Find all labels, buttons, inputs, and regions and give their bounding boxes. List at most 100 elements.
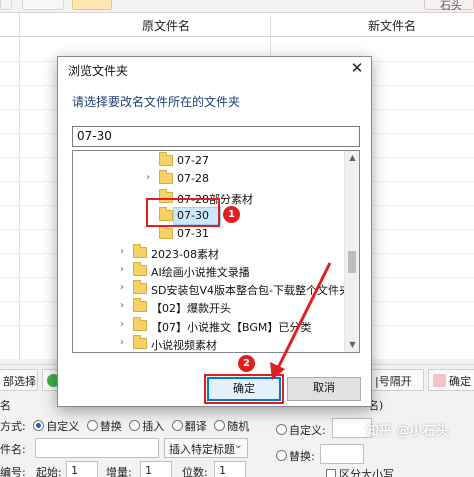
tree-item[interactable]: 07-31 bbox=[73, 225, 345, 243]
confirm-rename-button[interactable]: 确定 bbox=[428, 369, 474, 391]
insert-title-select[interactable]: 插入特定标题 bbox=[164, 438, 248, 458]
insert-title-value: 插入特定标题 bbox=[169, 443, 235, 456]
step-label: 增量: bbox=[106, 466, 132, 477]
folder-tree[interactable]: › 小说视频素材 › 【07】小说推文【BGM】已分类 › 【02】爆款开头 › SD安装包V… bbox=[72, 150, 360, 353]
toolbar-chip[interactable] bbox=[0, 0, 12, 10]
tree-item[interactable]: › 2023-08素材 bbox=[73, 243, 345, 262]
tree-item-label: 2023-08素材 bbox=[151, 247, 219, 261]
right-custom-label: 自定义: bbox=[289, 424, 326, 437]
expand-arrow-icon[interactable]: › bbox=[117, 319, 127, 330]
tree-item-label: 小说视频素材 bbox=[151, 339, 217, 352]
dialog-prompt: 请选择要改名文件所在的文件夹 bbox=[72, 95, 241, 109]
radio-icon bbox=[129, 420, 141, 431]
mode-option-replace[interactable]: 替换 bbox=[86, 420, 122, 433]
section-label: 名 bbox=[0, 399, 11, 412]
step-input[interactable]: 1 bbox=[140, 461, 172, 477]
expand-arrow-icon[interactable]: › bbox=[143, 172, 153, 183]
dialog-title: 浏览文件夹 bbox=[68, 64, 129, 78]
case-checkbox[interactable]: 区分大小写 bbox=[326, 466, 394, 477]
digits-value: 1 bbox=[219, 464, 226, 477]
step-badge-2: 2 bbox=[238, 355, 255, 372]
radio-icon bbox=[276, 450, 287, 461]
folder-path-input[interactable]: 07-30 bbox=[72, 126, 360, 147]
separator-button[interactable]: |号隔开 bbox=[370, 369, 424, 391]
mode-option-random[interactable]: 随机 bbox=[214, 420, 249, 433]
tree-item-label: 07-28 bbox=[177, 172, 209, 186]
confirm-rename-label: 确定 bbox=[449, 375, 471, 388]
folder-path-value: 07-30 bbox=[77, 129, 112, 143]
column-divider bbox=[19, 13, 20, 360]
top-strip: 石头 bbox=[0, 0, 474, 12]
scroll-up-icon[interactable]: ▲ bbox=[345, 151, 359, 165]
select-all-button[interactable]: 部选择 bbox=[0, 369, 38, 391]
mode-option-translate[interactable]: 翻译 bbox=[171, 420, 207, 433]
tree-item-label: SD安装包V4版本整合包-下载整个文件夹 bbox=[151, 284, 350, 298]
browse-folder-dialog: 浏览文件夹 ✕ 请选择要改名文件所在的文件夹 07-30 › 小说视频素材 › 【07… bbox=[57, 56, 372, 407]
watermark: 知乎 @小石头 bbox=[366, 424, 449, 439]
tree-item-label: 【02】爆款开头 bbox=[151, 302, 231, 316]
radio-icon bbox=[276, 424, 287, 435]
folder-icon bbox=[133, 316, 147, 331]
folder-icon bbox=[159, 170, 173, 185]
expand-arrow-icon[interactable]: › bbox=[117, 337, 127, 348]
radio-icon bbox=[86, 420, 98, 431]
digits-label: 位数: bbox=[182, 466, 208, 477]
digits-input[interactable]: 1 bbox=[214, 461, 246, 477]
scroll-down-icon[interactable]: ▼ bbox=[345, 338, 359, 352]
tree-item[interactable]: › 小说视频素材 bbox=[73, 335, 345, 352]
step-value: 1 bbox=[145, 464, 152, 477]
tree-item-label: 【07】小说推文【BGM】已分类 bbox=[151, 320, 312, 334]
col-original-name[interactable]: 原文件名 bbox=[142, 17, 190, 34]
filename-input[interactable] bbox=[35, 438, 159, 458]
folder-icon bbox=[133, 298, 147, 313]
scroll-thumb[interactable] bbox=[348, 251, 356, 273]
checkbox-icon bbox=[326, 469, 336, 477]
expand-arrow-icon[interactable]: › bbox=[117, 264, 127, 275]
select-all-label: 部选择 bbox=[3, 375, 36, 388]
step-badge-1: 1 bbox=[223, 206, 240, 223]
right-custom-option[interactable]: 自定义: bbox=[276, 422, 326, 438]
tree-item-label: AI绘画小说推文录播 bbox=[151, 265, 250, 279]
close-icon[interactable]: ✕ bbox=[349, 59, 365, 77]
tree-item[interactable]: › 【02】爆款开头 bbox=[73, 298, 345, 316]
start-input[interactable]: 1 bbox=[66, 461, 98, 477]
folder-icon bbox=[159, 225, 173, 240]
tree-item[interactable]: › SD安装包V4版本整合包-下载整个文件夹 bbox=[73, 280, 350, 298]
mode-option-label: 替换 bbox=[99, 420, 122, 433]
col-new-name[interactable]: 新文件名 bbox=[368, 17, 416, 34]
toolbar-chip[interactable] bbox=[72, 0, 112, 10]
expand-arrow-icon[interactable]: › bbox=[117, 246, 127, 257]
highlight-ok-button bbox=[204, 374, 284, 404]
right-replace-input[interactable] bbox=[320, 444, 364, 464]
table-header: 原文件名 新文件名 bbox=[0, 13, 474, 37]
eraser-icon bbox=[433, 374, 446, 387]
mode-option-insert[interactable]: 插入 bbox=[129, 420, 164, 433]
number-label: 编号: bbox=[0, 466, 26, 477]
expand-arrow-icon[interactable]: › bbox=[117, 282, 127, 293]
folder-icon bbox=[133, 335, 147, 349]
case-checkbox-label: 区分大小写 bbox=[339, 468, 394, 477]
start-label: 起始: bbox=[36, 466, 62, 477]
tree-item[interactable]: › 07-28 bbox=[73, 170, 345, 188]
tree-scrollbar[interactable]: ▲ ▼ bbox=[344, 151, 359, 352]
right-replace-label: 替换: bbox=[289, 450, 315, 463]
expand-arrow-icon[interactable]: › bbox=[117, 300, 127, 311]
tree-item[interactable]: › AI绘画小说推文录播 bbox=[73, 261, 345, 280]
tree-item[interactable]: › 【07】小说推文【BGM】已分类 bbox=[73, 316, 345, 335]
folder-icon bbox=[159, 152, 173, 166]
mode-label: 方式: bbox=[0, 420, 26, 433]
toolbar-chip[interactable] bbox=[22, 0, 64, 10]
radio-icon bbox=[214, 420, 226, 431]
start-value: 1 bbox=[71, 464, 78, 477]
highlight-selected-folder bbox=[146, 198, 220, 227]
cancel-button[interactable]: 取消 bbox=[287, 377, 361, 401]
mode-option-label: 随机 bbox=[227, 420, 250, 433]
folder-icon bbox=[133, 243, 147, 258]
right-replace-option[interactable]: 替换: bbox=[276, 448, 315, 464]
tree-item[interactable]: 07-27 bbox=[73, 152, 345, 170]
mode-option-label: 自定义 bbox=[46, 420, 80, 433]
mode-option-label: 插入 bbox=[142, 420, 165, 433]
tree-item-label: 07-31 bbox=[177, 227, 209, 241]
mode-option-custom[interactable]: 自定义 bbox=[33, 420, 79, 433]
tree-item-label: 07-27 bbox=[177, 154, 209, 167]
